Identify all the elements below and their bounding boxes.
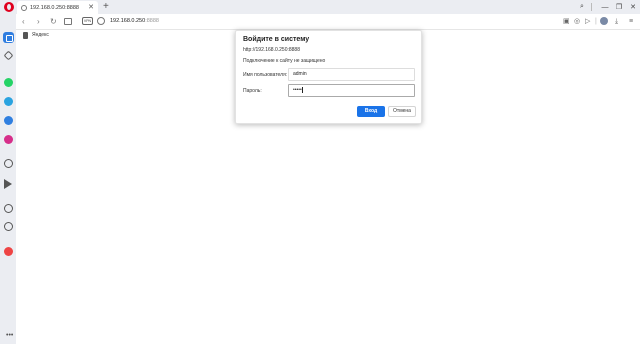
back-icon[interactable]: ‹ bbox=[22, 17, 25, 27]
vpn-badge[interactable]: VPN bbox=[82, 17, 93, 25]
tab-close-icon[interactable]: ✕ bbox=[88, 4, 94, 11]
download-icon[interactable]: ⤓ bbox=[615, 17, 618, 27]
divider: | bbox=[595, 18, 597, 25]
forward-icon[interactable]: › bbox=[37, 17, 40, 27]
home-icon[interactable] bbox=[3, 32, 14, 43]
tab-favicon-icon bbox=[21, 4, 27, 11]
speed-dial-icon[interactable] bbox=[3, 50, 14, 61]
new-tab-icon[interactable]: + bbox=[103, 1, 109, 13]
tabs-grid-icon[interactable] bbox=[64, 18, 72, 25]
whatsapp-icon[interactable] bbox=[4, 78, 13, 87]
more-icon[interactable]: ••• bbox=[6, 332, 13, 339]
menu-icon[interactable]: ≡ bbox=[629, 17, 633, 27]
password-label: Пароль: bbox=[243, 88, 262, 94]
tab-active[interactable]: 192.168.0.250:8888 ✕ bbox=[17, 1, 98, 14]
opera-menu-icon[interactable] bbox=[4, 2, 14, 12]
url-field[interactable]: 192.168.0.250:8888 bbox=[110, 18, 159, 24]
close-window-icon[interactable]: ✕ bbox=[626, 3, 640, 11]
bookmark-icon bbox=[23, 32, 28, 39]
instagram-icon[interactable] bbox=[4, 135, 13, 144]
vk-icon[interactable] bbox=[4, 116, 13, 125]
sidebar: ••• bbox=[0, 14, 16, 344]
username-field[interactable]: admin bbox=[288, 68, 415, 81]
url-port: :8888 bbox=[145, 18, 159, 24]
title-bar: 192.168.0.250:8888 ✕ + ⌕ — ❐ ✕ bbox=[0, 0, 640, 14]
heart-icon[interactable] bbox=[4, 204, 13, 213]
pinboard-icon[interactable] bbox=[4, 247, 13, 256]
address-bar: ‹ › ↻ VPN 192.168.0.250:8888 ▣ ◎ ▷ | ⤓ ≡ bbox=[16, 14, 640, 30]
minimize-icon[interactable]: — bbox=[598, 4, 612, 11]
dialog-url: http://192.168.0.250:8888 bbox=[243, 47, 300, 53]
tab-title: 192.168.0.250:8888 bbox=[30, 4, 79, 11]
shield-icon[interactable]: ◎ bbox=[574, 17, 580, 27]
url-host: 192.168.0.250 bbox=[110, 18, 146, 24]
text-caret bbox=[302, 86, 303, 93]
dialog-title: Войдите в систему bbox=[243, 36, 310, 43]
restore-icon[interactable]: ❐ bbox=[612, 3, 626, 11]
search-icon[interactable]: ⌕ bbox=[575, 3, 589, 11]
login-button[interactable]: Вход bbox=[357, 106, 385, 117]
username-label: Имя пользователя: bbox=[243, 72, 288, 78]
avatar[interactable] bbox=[600, 17, 608, 25]
login-dialog: Войдите в систему http://192.168.0.250:8… bbox=[235, 30, 422, 124]
site-info-icon[interactable] bbox=[97, 17, 105, 25]
history-icon[interactable] bbox=[4, 222, 13, 231]
share-icon[interactable]: ▷ bbox=[585, 17, 590, 27]
window-controls: ⌕ — ❐ ✕ bbox=[575, 0, 640, 14]
divider bbox=[591, 3, 595, 11]
send-icon[interactable] bbox=[4, 179, 12, 189]
password-field[interactable]: ••••• bbox=[288, 84, 415, 97]
dialog-security-note: Подключение к сайту не защищено bbox=[243, 58, 326, 64]
bookmark-yandex[interactable]: Яндекс bbox=[32, 32, 49, 38]
camera-icon[interactable]: ▣ bbox=[563, 17, 570, 27]
cancel-button[interactable]: Отмена bbox=[388, 106, 416, 117]
reload-icon[interactable]: ↻ bbox=[50, 17, 57, 27]
username-value: admin bbox=[293, 71, 307, 77]
password-value: ••••• bbox=[293, 87, 302, 93]
player-icon[interactable] bbox=[4, 159, 13, 168]
telegram-icon[interactable] bbox=[4, 97, 13, 106]
